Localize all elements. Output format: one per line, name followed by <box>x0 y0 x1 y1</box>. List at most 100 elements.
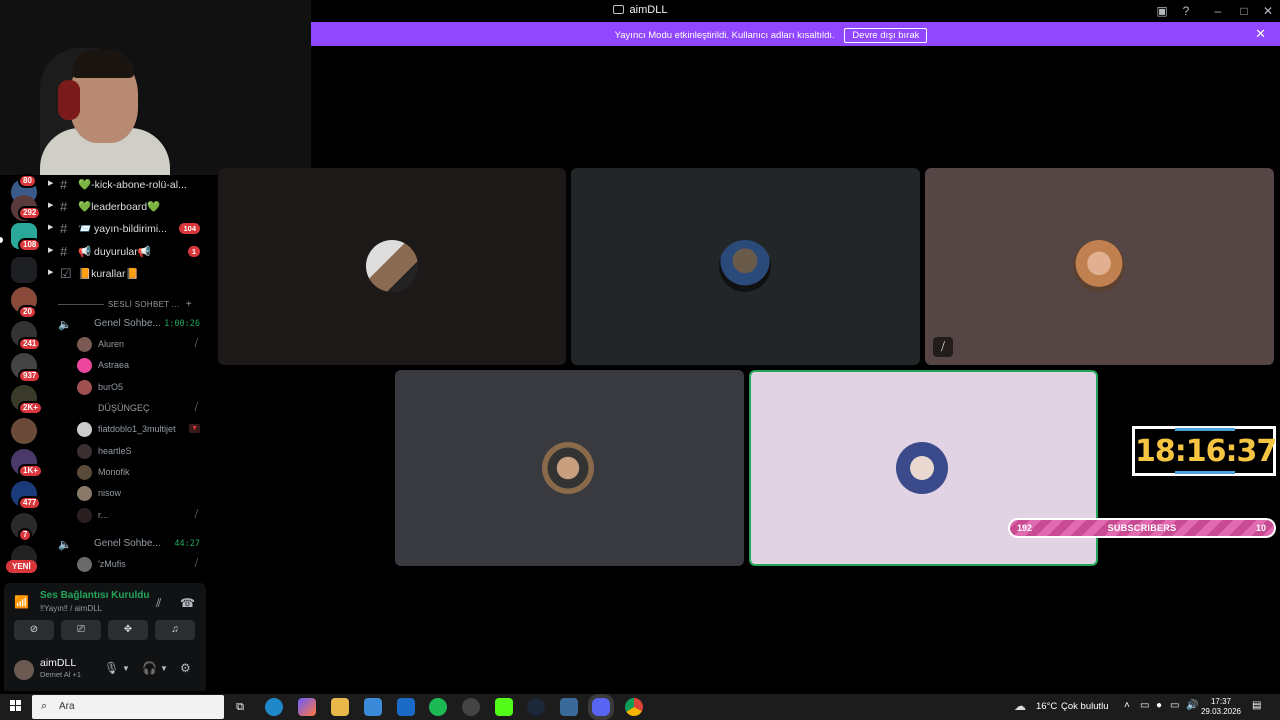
voice-category[interactable]: SESLİ SOHBET ... + <box>58 299 192 310</box>
voice-user[interactable]: burO5 <box>46 378 210 399</box>
username[interactable]: aimDLL <box>40 657 76 669</box>
task-view-icon[interactable]: ⧉ <box>231 698 249 716</box>
avatar <box>77 465 92 480</box>
tray-mic-icon[interactable]: ● <box>1156 700 1162 711</box>
avatar <box>719 240 771 292</box>
windows-start-icon[interactable] <box>10 700 22 712</box>
activities-button[interactable]: ✥ <box>108 620 148 640</box>
taskbar-date[interactable]: 29.03.2026 <box>1198 707 1244 716</box>
steam-icon[interactable] <box>527 698 545 716</box>
gear-icon[interactable]: ⚙ <box>180 661 191 675</box>
voice-user-name: r... <box>98 510 109 520</box>
maximize-button[interactable]: □ <box>1236 3 1252 19</box>
selected-server-pill <box>0 237 3 243</box>
network-icon[interactable]: ▭ <box>1170 700 1179 711</box>
voice-channel[interactable]: 🔈 Genel Sohbe... 1:00:26 <box>46 316 210 334</box>
voice-channel[interactable]: 🔈 Genel Sohbe... 44:27 <box>46 536 210 554</box>
voice-connected-title[interactable]: Ses Bağlantısı Kuruldu <box>40 590 149 601</box>
file-explorer-icon[interactable] <box>331 698 349 716</box>
voice-duration: 1:00:26 <box>164 319 200 329</box>
spotify-icon[interactable] <box>429 698 447 716</box>
voice-connected-subtitle[interactable]: ‼Yayın‼ / aimDLL <box>40 604 102 613</box>
participant-tile[interactable] <box>395 370 744 566</box>
weather-cloud-icon[interactable]: ☁ <box>1014 699 1026 713</box>
taskbar-time[interactable]: 17:37 <box>1203 697 1239 706</box>
avatar <box>77 401 92 416</box>
banner-message-text: Yayıncı Modu etkinleştirildi. Kullanıcı … <box>614 30 835 41</box>
voice-user[interactable]: 'zMufis ⧸ <box>46 555 210 576</box>
voice-user[interactable]: Monofik <box>46 463 210 484</box>
add-channel-icon[interactable]: + <box>186 299 192 310</box>
channel-item[interactable]: ▶ # 📢 duyurular📢 1 <box>46 242 210 262</box>
chevron-down-icon[interactable]: ▼ <box>160 664 168 673</box>
collapse-arrow-icon: ▶ <box>48 202 54 209</box>
disconnect-icon[interactable]: ☎ <box>180 596 195 610</box>
search-icon: ⌕ <box>41 700 48 712</box>
voice-user-name: fiatdoblo1_3multijet <box>98 424 176 434</box>
discord-icon[interactable] <box>592 698 610 716</box>
mail-icon[interactable] <box>397 698 415 716</box>
signal-icon[interactable]: 📶 <box>14 595 29 609</box>
noise-suppression-icon[interactable]: ⫽ <box>156 596 161 611</box>
clock-time: 18:16:37 <box>1135 434 1277 469</box>
tray-app-icon[interactable]: ▭ <box>1140 700 1149 711</box>
folder-icon[interactable] <box>11 257 37 283</box>
voice-user[interactable]: r... ⧸ <box>46 506 210 527</box>
hash-icon: # <box>60 244 68 259</box>
speaker-icon: 🔈 <box>58 539 72 551</box>
voice-user[interactable]: nisow <box>46 484 210 505</box>
voice-user[interactable]: DÜŞÜNGEÇ ⧸ <box>46 399 210 420</box>
obs-icon[interactable] <box>462 698 480 716</box>
server-badge: 292 <box>18 206 42 220</box>
search-placeholder[interactable]: Ara <box>59 701 75 712</box>
soundboard-button[interactable]: ♫ <box>155 620 195 640</box>
avatar <box>77 557 92 572</box>
banner-close-icon[interactable]: ✕ <box>1255 26 1266 42</box>
copilot-icon[interactable] <box>298 698 316 716</box>
help-icon[interactable]: ? <box>1178 3 1194 19</box>
chevron-up-icon[interactable]: ˄ <box>1124 700 1130 711</box>
notifications-icon[interactable]: ▤ <box>1252 700 1261 711</box>
avatar[interactable] <box>14 660 34 680</box>
screen-share-button[interactable]: ⎚ <box>61 620 101 640</box>
headphones-icon[interactable]: 🎧 <box>142 661 157 675</box>
avatar <box>77 486 92 501</box>
server-badge: 20 <box>18 305 37 319</box>
channel-item[interactable]: ▶ # 📨 yayın-bildirimi... 104 <box>46 219 210 239</box>
server-badge: 241 <box>18 337 42 351</box>
taskbar-search[interactable]: ⌕ Ara <box>32 695 224 719</box>
participant-tile[interactable] <box>218 168 566 365</box>
microphone-icon[interactable]: 🎙 <box>104 661 119 675</box>
server-icon[interactable] <box>11 418 37 444</box>
minimize-button[interactable]: – <box>1210 3 1226 19</box>
voice-connection-panel: 📶 Ses Bağlantısı Kuruldu ‼Yayın‼ / aimDL… <box>4 583 206 647</box>
chevron-down-icon[interactable]: ▼ <box>122 664 130 673</box>
channel-item[interactable]: ▶ # 💚leaderboard💚 <box>46 197 210 217</box>
edge-icon[interactable] <box>265 698 283 716</box>
voice-user-name: nisow <box>98 488 122 498</box>
volume-icon[interactable]: 🔊 <box>1186 700 1198 711</box>
channel-item[interactable]: ▶ # 💚-kick-abone-rolü-al... <box>46 175 210 195</box>
mention-count-badge: 1 <box>187 246 200 257</box>
disable-streamer-mode-button[interactable]: Devre dışı bırak <box>844 28 928 43</box>
voice-user[interactable]: Aluren ⧸ <box>46 335 210 356</box>
weather-description[interactable]: Çok bulutlu <box>1061 701 1109 712</box>
channel-item[interactable]: ▶ ☑ 📙kurallar📙 <box>46 264 210 284</box>
participant-tile[interactable]: ⧸ <box>925 168 1274 365</box>
kick-icon[interactable] <box>495 698 513 716</box>
voice-user[interactable]: fiatdoblo1_3multijet ▼ <box>46 420 210 441</box>
voice-user[interactable]: heartleS <box>46 442 210 463</box>
store-icon[interactable] <box>364 698 382 716</box>
user-status[interactable]: Demet Al +1 <box>40 670 81 679</box>
voice-user[interactable]: Astraea <box>46 356 210 377</box>
avatar <box>77 358 92 373</box>
chrome-icon[interactable] <box>625 698 643 716</box>
inbox-icon[interactable]: ▣ <box>1154 3 1170 19</box>
server-badge: 2K+ <box>18 401 43 415</box>
weather-temperature[interactable]: 16°C <box>1036 701 1057 712</box>
new-servers-badge[interactable]: YENİ <box>6 560 37 573</box>
app-icon[interactable] <box>560 698 578 716</box>
camera-toggle-button[interactable]: ⊘ <box>14 620 54 640</box>
close-window-button[interactable]: ✕ <box>1260 3 1276 19</box>
participant-tile[interactable] <box>571 168 920 365</box>
